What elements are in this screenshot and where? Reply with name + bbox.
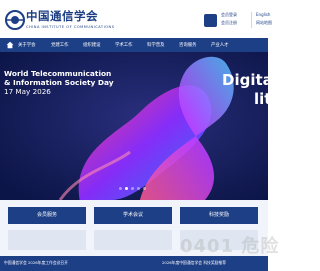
nav-item-science[interactable]: 科学普及 — [147, 42, 165, 48]
header-divider — [251, 12, 252, 28]
hero-right-word1: Digita — [222, 71, 268, 89]
carousel-dot-5[interactable] — [143, 187, 146, 190]
logo-subtitle: CHINA INSTITUTE OF COMMUNICATIONS — [26, 25, 115, 29]
service-card-2[interactable] — [94, 230, 172, 250]
service-card-1[interactable] — [8, 230, 86, 250]
bottom-news-left[interactable]: 中国通信学会 2026年度工作会议召开 — [4, 260, 68, 266]
carousel-dot-3[interactable] — [131, 187, 134, 190]
carousel-dot-4[interactable] — [137, 187, 140, 190]
home-icon[interactable] — [6, 41, 14, 49]
nav-item-organization[interactable]: 组织建设 — [83, 42, 101, 48]
carousel-dot-1[interactable] — [119, 187, 122, 190]
nav-item-consulting[interactable]: 咨询服务 — [179, 42, 197, 48]
user-icon[interactable] — [204, 14, 217, 27]
cic-logo-icon[interactable] — [5, 10, 25, 30]
member-service-button[interactable]: 会员服务 — [8, 207, 86, 224]
carousel-dot-2[interactable] — [125, 187, 128, 190]
nav-item-talent[interactable]: 产业人才 — [211, 42, 229, 48]
watermark-text: 0401 危险 — [180, 236, 280, 257]
bottom-news-bar: 中国通信学会 2026年度工作会议召开 2026年度中国通信学会 科技奖励推荐 — [0, 256, 268, 271]
sitemap-link[interactable]: 网站地图 — [256, 20, 272, 26]
science-award-button[interactable]: 科技奖励 — [180, 207, 258, 224]
hero-date: 17 May 2026 — [4, 87, 51, 96]
academic-conference-button[interactable]: 学术会议 — [94, 207, 172, 224]
login-link[interactable]: 会员登录 — [221, 12, 237, 18]
english-link[interactable]: English — [256, 12, 270, 17]
register-link[interactable]: 会员注册 — [221, 20, 237, 26]
nav-item-party[interactable]: 党建工作 — [51, 42, 69, 48]
hero-title-line1: World Telecommunication — [4, 69, 112, 78]
main-nav: 关于学会 党建工作 组织建设 学术工作 科学普及 咨询服务 产业人才 — [0, 38, 268, 52]
bottom-news-right[interactable]: 2026年度中国通信学会 科技奖励推荐 — [162, 260, 226, 266]
hero-title-line2: & Information Society Day — [4, 78, 114, 87]
nav-item-academic[interactable]: 学术工作 — [115, 42, 133, 48]
hero-right-word2: lit — [254, 90, 268, 108]
nav-item-about[interactable]: 关于学会 — [18, 42, 36, 48]
logo-title[interactable]: 中国通信学会 — [26, 8, 98, 24]
hero-banner[interactable]: World Telecommunication & Information So… — [0, 52, 268, 200]
site-header: 中国通信学会 CHINA INSTITUTE OF COMMUNICATIONS… — [0, 0, 272, 38]
